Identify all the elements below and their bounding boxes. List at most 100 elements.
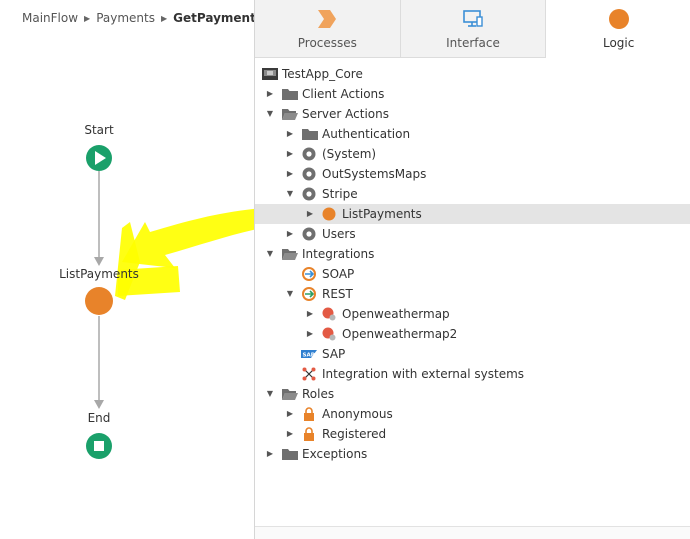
- folder-icon: [302, 129, 318, 140]
- tree-item-label: Integrations: [302, 247, 375, 261]
- tree-item-system[interactable]: ▶ (System): [255, 144, 690, 164]
- expand-arrow-icon[interactable]: ▶: [305, 204, 315, 224]
- tree-item-soap[interactable]: SOAP: [255, 264, 690, 284]
- dependency-icon: [302, 167, 316, 181]
- tree-item-openweathermap[interactable]: ▶ Openweathermap: [255, 304, 690, 324]
- dependency-icon: [302, 187, 316, 201]
- expand-arrow-icon[interactable]: ▶: [305, 304, 315, 324]
- expand-arrow-icon[interactable]: ▶: [305, 324, 315, 344]
- expand-arrow-icon[interactable]: ▶: [285, 124, 295, 144]
- tree-item-label: Registered: [322, 427, 387, 441]
- lock-icon: [304, 427, 314, 441]
- monitor-icon: [463, 10, 483, 27]
- soap-icon: [302, 267, 316, 281]
- tree-item-registered[interactable]: ▶ Registered: [255, 424, 690, 444]
- expand-arrow-icon[interactable]: ▶: [265, 444, 275, 464]
- tab-logic[interactable]: Logic: [546, 0, 690, 59]
- lock-icon: [304, 407, 314, 421]
- tree-item-label: Exceptions: [302, 447, 368, 461]
- expand-arrow-icon[interactable]: ▶: [265, 84, 275, 104]
- tree-item-anonymous[interactable]: ▶ Anonymous: [255, 404, 690, 424]
- tree-item-testapp-core[interactable]: TestApp_Core: [255, 64, 690, 84]
- rest-api-icon: [322, 307, 336, 321]
- flow-canvas[interactable]: MainFlow ▶ Payments ▶ GetPayments Start …: [0, 0, 263, 539]
- action-node-label: ListPayments: [59, 267, 139, 281]
- tab-interface[interactable]: Interface: [401, 0, 547, 57]
- collapse-arrow-icon[interactable]: ▼: [285, 184, 295, 204]
- tree-item-sap[interactable]: SAP SAP: [255, 344, 690, 364]
- tree-item-label: SAP: [322, 347, 346, 361]
- tree-item-label: Users: [322, 227, 356, 241]
- expand-arrow-icon[interactable]: ▶: [285, 424, 295, 444]
- start-node[interactable]: [86, 145, 112, 171]
- expand-arrow-icon[interactable]: ▶: [285, 164, 295, 184]
- end-node-label: End: [87, 411, 111, 425]
- folder-open-icon: [282, 109, 298, 120]
- module-icon: [262, 68, 278, 80]
- tree-item-roles[interactable]: ▼ Roles: [255, 384, 690, 404]
- stop-icon: [94, 441, 104, 451]
- tree-item-label: Authentication: [322, 127, 411, 141]
- tab-logic-label: Logic: [602, 36, 635, 50]
- sap-icon: SAP: [301, 350, 317, 359]
- folder-icon: [282, 89, 298, 100]
- logic-circle-icon: [608, 9, 629, 29]
- tree-item-label: Client Actions: [302, 87, 385, 101]
- folder-open-icon: [282, 389, 298, 400]
- start-node-label: Start: [84, 123, 114, 137]
- tree-item-client-actions[interactable]: ▶ Client Actions: [255, 84, 690, 104]
- elements-panel: Processes Interface Logic TestApp_Core ▶…: [254, 0, 690, 539]
- dependency-icon: [302, 147, 316, 161]
- rest-icon: [302, 287, 316, 301]
- integration-icon: [302, 367, 316, 381]
- collapse-arrow-icon[interactable]: ▼: [265, 384, 275, 404]
- highlight-arrow-annotation: [115, 208, 254, 300]
- expand-arrow-icon[interactable]: ▶: [285, 404, 295, 424]
- logic-tree: TestApp_Core ▶ Client Actions ▼ Server A…: [255, 64, 690, 464]
- tree-item-label: Server Actions: [302, 107, 389, 121]
- tree-item-label: OutSystemsMaps: [322, 167, 427, 181]
- folder-icon: [282, 449, 298, 460]
- tree-item-openweathermap2[interactable]: ▶ Openweathermap2: [255, 324, 690, 344]
- end-node[interactable]: [86, 433, 112, 459]
- collapse-arrow-icon[interactable]: ▼: [265, 244, 275, 264]
- flow-arrow-icon: [94, 257, 104, 266]
- action-icon: [322, 207, 336, 221]
- svg-text:SAP: SAP: [303, 353, 315, 359]
- expand-arrow-icon[interactable]: ▶: [285, 144, 295, 164]
- tree-item-label: TestApp_Core: [282, 67, 363, 81]
- dependency-icon: [302, 227, 316, 241]
- rest-api-icon: [322, 327, 336, 341]
- tab-processes[interactable]: Processes: [255, 0, 401, 57]
- tree-item-authentication[interactable]: ▶ Authentication: [255, 124, 690, 144]
- tree-item-stripe[interactable]: ▼ Stripe: [255, 184, 690, 204]
- tree-item-listpayments[interactable]: ▶ ListPayments: [255, 204, 690, 224]
- tab-interface-label: Interface: [446, 36, 500, 50]
- process-chevron-icon: [318, 10, 337, 28]
- listpayments-action-node[interactable]: [85, 287, 113, 315]
- flow-arrow-icon: [94, 400, 104, 409]
- panel-bottom-bar: [255, 526, 690, 539]
- tree-item-exceptions[interactable]: ▶ Exceptions: [255, 444, 690, 464]
- tree-item-label: REST: [322, 287, 353, 301]
- tab-processes-label: Processes: [297, 36, 357, 50]
- tree-item-outsystemsmaps[interactable]: ▶ OutSystemsMaps: [255, 164, 690, 184]
- tree-item-label: Stripe: [322, 187, 358, 201]
- tree-item-label: Integration with external systems: [322, 367, 525, 381]
- tree-item-rest[interactable]: ▼ REST: [255, 284, 690, 304]
- tree-item-label: SOAP: [322, 267, 355, 281]
- tree-item-integrations[interactable]: ▼ Integrations: [255, 244, 690, 264]
- tree-item-label: (System): [322, 147, 377, 161]
- collapse-arrow-icon[interactable]: ▼: [265, 104, 275, 124]
- tree-item-integration-external[interactable]: Integration with external systems: [255, 364, 690, 384]
- collapse-arrow-icon[interactable]: ▼: [285, 284, 295, 304]
- tree-item-label: ListPayments: [342, 207, 422, 221]
- panel-tab-bar: Processes Interface Logic: [255, 0, 690, 59]
- tree-item-label: Roles: [302, 387, 335, 401]
- tree-item-label: Anonymous: [322, 407, 393, 421]
- tree-item-server-actions[interactable]: ▼ Server Actions: [255, 104, 690, 124]
- tree-item-label: Openweathermap: [342, 307, 450, 321]
- expand-arrow-icon[interactable]: ▶: [285, 224, 295, 244]
- tree-item-label: Openweathermap2: [342, 327, 458, 341]
- tree-item-users[interactable]: ▶ Users: [255, 224, 690, 244]
